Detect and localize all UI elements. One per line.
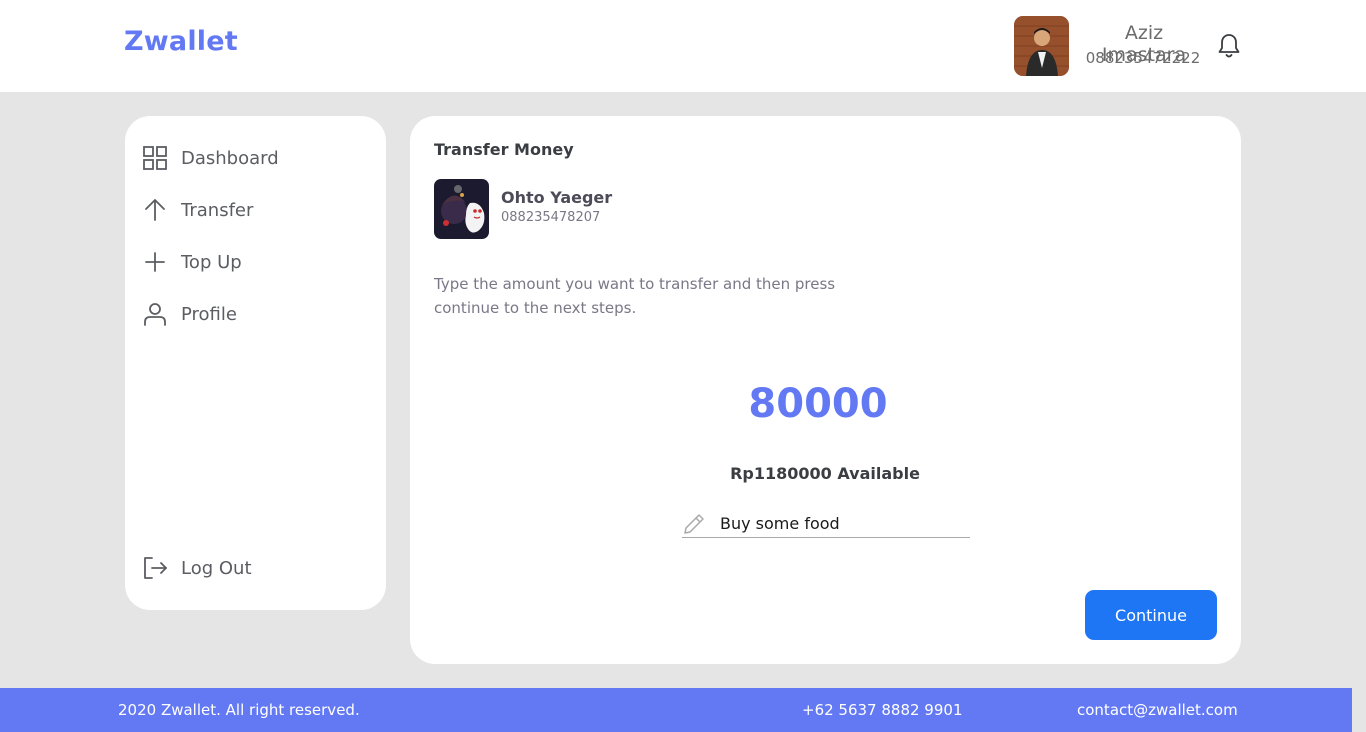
page-title: Transfer Money <box>434 140 574 159</box>
recipient-name: Ohto Yaeger <box>501 188 613 207</box>
sidebar-item-label: Transfer <box>181 199 254 221</box>
sidebar-item-dashboard[interactable]: Dashboard <box>142 143 362 173</box>
sidebar-item-transfer[interactable]: Transfer <box>142 195 362 225</box>
logout-label: Log Out <box>181 557 252 579</box>
app-logo[interactable]: Zwallet <box>124 26 238 57</box>
transfer-card: Transfer Money Ohto Yaeger 088235478207 … <box>410 116 1241 664</box>
user-icon <box>142 301 168 327</box>
plus-icon <box>142 249 168 275</box>
logout-icon <box>142 555 168 581</box>
logout-button[interactable]: Log Out <box>142 553 362 583</box>
grid-icon <box>142 145 168 171</box>
continue-button[interactable]: Continue <box>1085 590 1217 640</box>
user-phone: 088235472222 <box>1085 49 1201 67</box>
arrow-up-icon <box>142 197 168 223</box>
amount-input[interactable]: 80000 <box>668 381 968 427</box>
footer-copyright: 2020 Zwallet. All right reserved. <box>118 701 360 719</box>
bell-icon[interactable] <box>1216 32 1242 60</box>
pencil-icon <box>682 512 706 536</box>
available-balance: Rp1180000 Available <box>730 464 920 483</box>
recipient-phone: 088235478207 <box>501 210 601 225</box>
sidebar-item-label: Top Up <box>181 251 242 273</box>
recipient-avatar <box>434 179 489 239</box>
sidebar-item-topup[interactable]: Top Up <box>142 247 362 277</box>
notes-field <box>682 510 970 538</box>
sidebar-item-profile[interactable]: Profile <box>142 299 362 329</box>
sidebar-item-label: Dashboard <box>181 147 279 169</box>
footer: 2020 Zwallet. All right reserved. +62 56… <box>0 688 1352 732</box>
top-header: Zwallet Aziz Imastara 088235472222 <box>0 0 1366 92</box>
sidebar-item-label: Profile <box>181 303 237 325</box>
footer-email[interactable]: contact@zwallet.com <box>1077 701 1238 719</box>
sidebar: Dashboard Transfer Top Up Profile Log Ou… <box>125 116 386 610</box>
instructions-text: Type the amount you want to transfer and… <box>434 275 836 317</box>
user-avatar[interactable] <box>1014 16 1069 76</box>
notes-input[interactable] <box>720 510 968 537</box>
footer-phone: +62 5637 8882 9901 <box>802 701 963 719</box>
